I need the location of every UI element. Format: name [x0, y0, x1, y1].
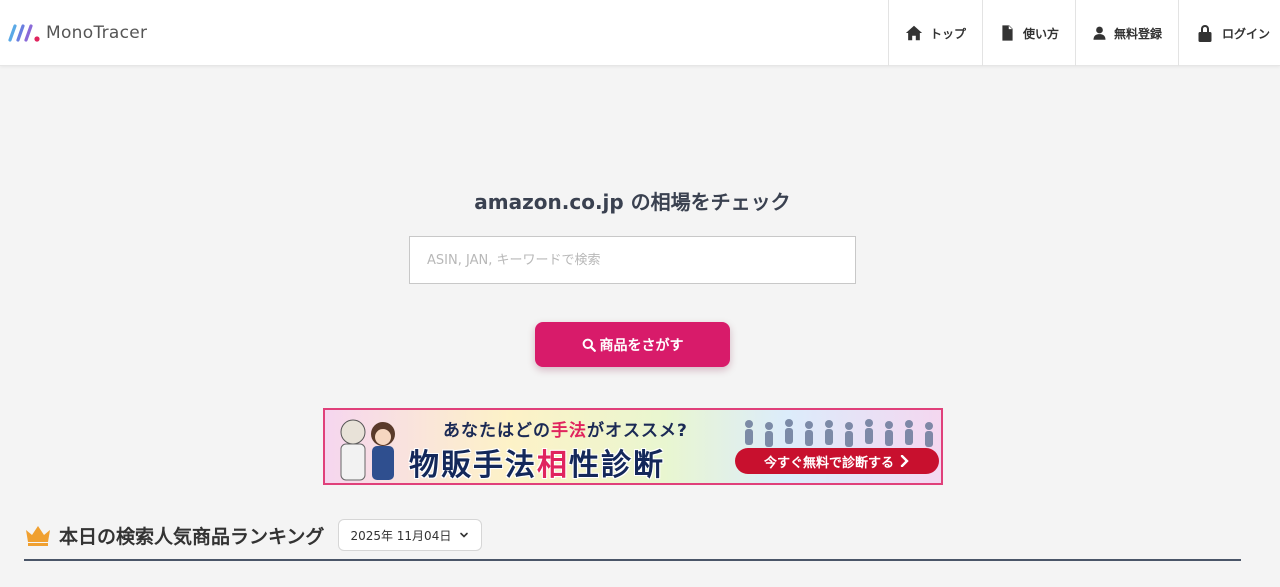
people-illustration-icon — [745, 419, 933, 447]
banner-cta-button[interactable]: 今すぐ無料で診断する — [735, 448, 939, 474]
banner-subtitle-post: がオススメ? — [587, 421, 688, 441]
banner-title: 物販手法相性診断 — [409, 440, 665, 483]
banner-subtitle-highlight: 手法 — [551, 421, 587, 441]
nav-top[interactable]: トップ — [888, 0, 982, 66]
date-select[interactable]: 2025年 11月04日 — [338, 519, 483, 551]
chevron-right-icon — [900, 455, 909, 467]
diagnosis-banner[interactable]: あなたはどの手法がオススメ? 物販手法相性診断 今すぐ無料で診断する — [323, 408, 943, 485]
chevron-down-icon — [460, 532, 469, 538]
banner-title-highlight: 相 — [537, 448, 569, 483]
banner-subtitle-pre: あなたはどの — [443, 421, 551, 441]
lock-icon — [1198, 25, 1212, 42]
ranking-header: 本日の検索人気商品ランキング 2025年 11月04日 — [24, 518, 483, 552]
logo-text: MonoTracer — [46, 23, 148, 43]
banner-subtitle: あなたはどの手法がオススメ? — [443, 416, 688, 441]
home-icon — [905, 25, 923, 41]
banner-title-post: 性診断 — [569, 448, 665, 483]
nav-register[interactable]: 無料登録 — [1075, 0, 1178, 66]
search-headline: amazon.co.jp の相場をチェック — [474, 190, 791, 214]
site-header: MonoTracer トップ 使い方 無料登録 ログイン — [0, 0, 1280, 66]
search-button[interactable]: 商品をさがす — [535, 322, 730, 367]
banner-title-pre: 物販手法 — [409, 448, 537, 483]
banner-cta-label: 今すぐ無料で診断する — [763, 455, 894, 471]
user-icon — [1093, 26, 1106, 40]
nav-how-to[interactable]: 使い方 — [982, 0, 1075, 66]
nav-top-label: トップ — [929, 26, 966, 41]
nav-register-label: 無料登録 — [1113, 26, 1162, 41]
logo-mark-icon — [8, 24, 40, 42]
nav-login-label: ログイン — [1222, 26, 1271, 41]
main-nav: トップ 使い方 無料登録 ログイン — [888, 0, 1280, 66]
ranking-divider — [24, 559, 1241, 561]
search-icon — [582, 338, 596, 352]
characters-illustration-icon — [340, 419, 395, 481]
nav-how-to-label: 使い方 — [1022, 26, 1059, 41]
ranking-title: 本日の検索人気商品ランキング — [59, 525, 325, 548]
document-icon — [1002, 25, 1013, 41]
crown-icon — [26, 526, 50, 546]
logo[interactable]: MonoTracer — [8, 20, 147, 46]
nav-login[interactable]: ログイン — [1178, 0, 1280, 66]
search-button-label: 商品をさがす — [599, 337, 684, 354]
date-select-value: 2025年 11月04日 — [350, 528, 452, 543]
search-input[interactable] — [409, 236, 856, 284]
